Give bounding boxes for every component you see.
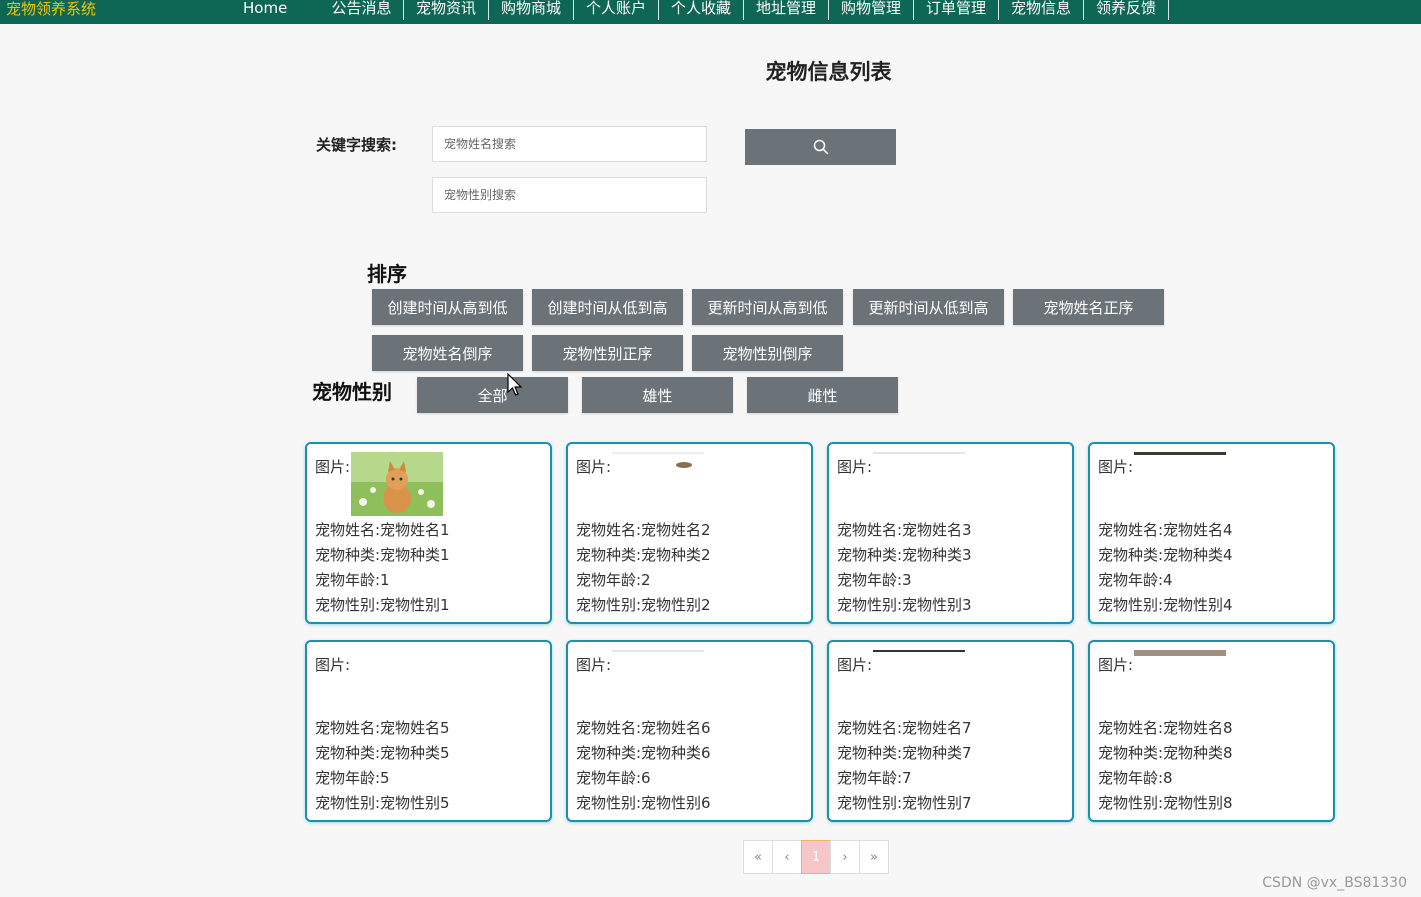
sort-gender-desc-button[interactable]: 宠物性别倒序 <box>692 335 843 371</box>
nav-menu: 公告消息 宠物资讯 购物商城 个人账户 个人收藏 地址管理 购物管理 订单管理 … <box>320 0 1169 24</box>
filter-male-button[interactable]: 雄性 <box>582 377 733 413</box>
pet-card[interactable]: 图片: 宠物姓名:宠物姓名2 宠物种类:宠物种类2 宠物年龄:2 宠物性别:宠物… <box>566 442 813 624</box>
card-image-label: 图片: <box>315 656 351 674</box>
pet-card[interactable]: 图片: 宠物姓名:宠物姓名3 宠物种类:宠物种类3 宠物年龄:3 宠物性别:宠物… <box>827 442 1074 624</box>
nav-item-favorites[interactable]: 个人收藏 <box>659 0 744 20</box>
top-nav-bar: 宠物领养系统 Home 公告消息 宠物资讯 购物商城 个人账户 个人收藏 地址管… <box>0 0 1421 24</box>
pet-kind: 宠物种类:宠物种类8 <box>1098 744 1233 762</box>
pet-photo-placeholder[interactable] <box>612 650 704 714</box>
card-image-label: 图片: <box>315 458 351 476</box>
mouse-cursor-icon <box>507 373 523 396</box>
card-image-label: 图片: <box>837 458 873 476</box>
pet-kind: 宠物种类:宠物种类1 <box>315 546 450 564</box>
sort-name-asc-button[interactable]: 宠物姓名正序 <box>1013 289 1164 325</box>
pet-kind: 宠物种类:宠物种类5 <box>315 744 450 762</box>
pet-gender: 宠物性别:宠物性别2 <box>576 596 711 614</box>
sort-created-asc-button[interactable]: 创建时间从低到高 <box>532 289 683 325</box>
pet-name-search-input[interactable] <box>432 126 707 162</box>
pet-age: 宠物年龄:5 <box>315 769 390 787</box>
pet-gender: 宠物性别:宠物性别6 <box>576 794 711 812</box>
page-title: 宠物信息列表 <box>765 60 892 84</box>
pet-kind: 宠物种类:宠物种类6 <box>576 744 711 762</box>
filter-female-button[interactable]: 雌性 <box>747 377 898 413</box>
pet-name: 宠物姓名:宠物姓名3 <box>837 521 972 539</box>
pet-card[interactable]: 图片: 宠物姓名:宠物姓名7 宠物种类:宠物种类7 宠物年龄:7 宠物性别:宠物… <box>827 640 1074 822</box>
card-image-label: 图片: <box>576 656 612 674</box>
pet-card[interactable]: 图片: 宠物姓名:宠物姓名1 宠物种类:宠物种类1 宠物年龄:1 宠物性别:宠物… <box>305 442 552 624</box>
page-next-button[interactable]: › <box>830 840 860 874</box>
pet-name: 宠物姓名:宠物姓名2 <box>576 521 711 539</box>
watermark: CSDN @vx_BS81330 <box>1262 875 1407 891</box>
nav-item-pet-info[interactable]: 宠物信息 <box>999 0 1084 20</box>
pet-card[interactable]: 图片: 宠物姓名:宠物姓名5 宠物种类:宠物种类5 宠物年龄:5 宠物性别:宠物… <box>305 640 552 822</box>
gender-filter-label: 宠物性别 <box>312 380 392 404</box>
search-label: 关键字搜索: <box>316 136 397 154</box>
sort-name-desc-button[interactable]: 宠物姓名倒序 <box>372 335 523 371</box>
nav-item-feedback[interactable]: 领养反馈 <box>1084 0 1169 20</box>
pet-card[interactable]: 图片: 宠物姓名:宠物姓名4 宠物种类:宠物种类4 宠物年龄:4 宠物性别:宠物… <box>1088 442 1335 624</box>
pet-age: 宠物年龄:2 <box>576 571 651 589</box>
pet-card[interactable]: 图片: 宠物姓名:宠物姓名8 宠物种类:宠物种类8 宠物年龄:8 宠物性别:宠物… <box>1088 640 1335 822</box>
card-image-label: 图片: <box>1098 458 1134 476</box>
pet-kind: 宠物种类:宠物种类3 <box>837 546 972 564</box>
pet-name: 宠物姓名:宠物姓名5 <box>315 719 450 737</box>
sort-updated-desc-button[interactable]: 更新时间从高到低 <box>692 289 843 325</box>
pet-age: 宠物年龄:1 <box>315 571 390 589</box>
search-icon <box>813 139 828 155</box>
pet-gender: 宠物性别:宠物性别5 <box>315 794 450 812</box>
page-current-button[interactable]: 1 <box>801 840 831 874</box>
nav-home[interactable]: Home <box>243 0 287 24</box>
page-prev-button[interactable]: ‹ <box>772 840 802 874</box>
sort-gender-asc-button[interactable]: 宠物性别正序 <box>532 335 683 371</box>
card-image-label: 图片: <box>1098 656 1134 674</box>
pet-card[interactable]: 图片: 宠物姓名:宠物姓名6 宠物种类:宠物种类6 宠物年龄:6 宠物性别:宠物… <box>566 640 813 822</box>
pet-kind: 宠物种类:宠物种类4 <box>1098 546 1233 564</box>
nav-item-orders[interactable]: 订单管理 <box>914 0 999 20</box>
nav-item-account[interactable]: 个人账户 <box>574 0 659 20</box>
sort-updated-asc-button[interactable]: 更新时间从低到高 <box>853 289 1004 325</box>
pet-gender: 宠物性别:宠物性别1 <box>315 596 450 614</box>
card-image-label: 图片: <box>837 656 873 674</box>
pet-name: 宠物姓名:宠物姓名6 <box>576 719 711 737</box>
pet-age: 宠物年龄:6 <box>576 769 651 787</box>
filter-all-button[interactable]: 全部 <box>417 377 568 413</box>
nav-item-announcements[interactable]: 公告消息 <box>320 0 404 20</box>
search-button[interactable] <box>745 129 896 165</box>
nav-item-address[interactable]: 地址管理 <box>744 0 829 20</box>
pet-name: 宠物姓名:宠物姓名8 <box>1098 719 1233 737</box>
pet-age: 宠物年龄:7 <box>837 769 912 787</box>
pet-gender: 宠物性别:宠物性别3 <box>837 596 972 614</box>
page-first-button[interactable]: « <box>743 840 773 874</box>
pet-gender-search-input[interactable] <box>432 177 707 213</box>
pagination: « ‹ 1 › » <box>743 840 889 874</box>
pet-photo-placeholder[interactable] <box>1134 650 1226 714</box>
pet-age: 宠物年龄:4 <box>1098 571 1173 589</box>
pet-photo-placeholder[interactable] <box>1134 452 1226 516</box>
nav-item-cart[interactable]: 购物管理 <box>829 0 914 20</box>
pet-photo-kitten[interactable] <box>351 452 443 516</box>
pet-gender: 宠物性别:宠物性别8 <box>1098 794 1233 812</box>
pet-gender: 宠物性别:宠物性别7 <box>837 794 972 812</box>
pet-name: 宠物姓名:宠物姓名4 <box>1098 521 1233 539</box>
nav-item-pet-news[interactable]: 宠物资讯 <box>404 0 489 20</box>
pet-kind: 宠物种类:宠物种类7 <box>837 744 972 762</box>
pet-photo-placeholder[interactable] <box>873 452 965 516</box>
sort-created-desc-button[interactable]: 创建时间从高到低 <box>372 289 523 325</box>
pet-photo-placeholder[interactable] <box>612 452 704 516</box>
pet-name: 宠物姓名:宠物姓名7 <box>837 719 972 737</box>
pet-kind: 宠物种类:宠物种类2 <box>576 546 711 564</box>
pet-gender: 宠物性别:宠物性别4 <box>1098 596 1233 614</box>
pet-name: 宠物姓名:宠物姓名1 <box>315 521 450 539</box>
card-image-label: 图片: <box>576 458 612 476</box>
nav-item-shop[interactable]: 购物商城 <box>489 0 574 20</box>
brand-title[interactable]: 宠物领养系统 <box>6 0 96 24</box>
sort-label: 排序 <box>367 262 407 286</box>
pet-age: 宠物年龄:8 <box>1098 769 1173 787</box>
page-last-button[interactable]: » <box>859 840 889 874</box>
pet-photo-placeholder[interactable] <box>873 650 965 714</box>
pet-age: 宠物年龄:3 <box>837 571 912 589</box>
